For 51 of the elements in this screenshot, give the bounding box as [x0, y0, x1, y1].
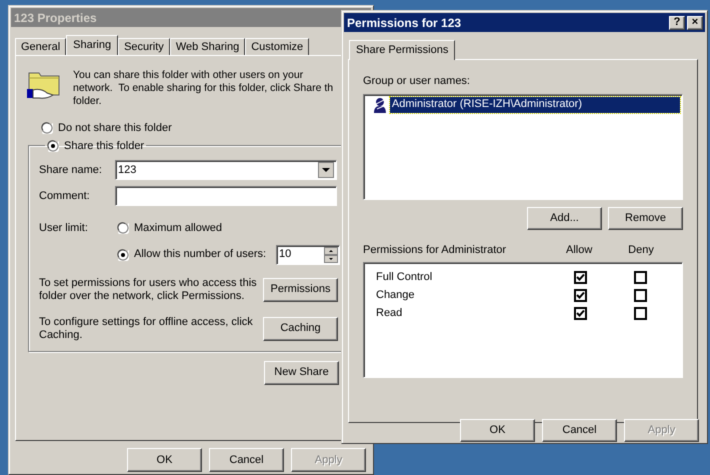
checkbox[interactable] [634, 306, 647, 320]
close-button[interactable]: × [687, 16, 703, 30]
permissions-list-label: Permissions for Administrator [363, 242, 508, 258]
dialog-button[interactable]: OK [460, 419, 535, 442]
permissions-button[interactable]: Permissions [263, 278, 338, 302]
tab[interactable]: Web Sharing [170, 38, 246, 55]
checkbox[interactable] [574, 288, 587, 302]
user-icon [372, 96, 388, 112]
field-label: Share name: [39, 162, 103, 178]
tab[interactable]: Customize [245, 38, 310, 55]
checkbox[interactable] [574, 306, 587, 320]
column-header: Allow [566, 242, 592, 258]
permission-name: Full Control [376, 270, 434, 285]
comment-field[interactable] [115, 186, 337, 206]
new-share-button[interactable]: New Share [264, 360, 339, 384]
radio-button[interactable] [47, 140, 59, 152]
field-label: Comment: [39, 188, 91, 204]
permission-name: Change [376, 288, 416, 303]
dialog-button[interactable]: OK [127, 448, 202, 472]
column-header: Deny [628, 242, 654, 258]
permission-name: Read [376, 306, 404, 321]
caching-button[interactable]: Caching [263, 316, 338, 340]
tab[interactable]: Sharing [66, 35, 118, 55]
permissions-description: To set permissions for users who access this folder over the network, click Permissions. [39, 276, 257, 302]
dialog-button[interactable]: Cancel [209, 448, 284, 472]
add-button[interactable]: Add... [527, 206, 602, 230]
radio-label[interactable]: Share this folder [64, 138, 144, 154]
checkbox[interactable] [574, 270, 587, 284]
radio-button[interactable] [117, 248, 129, 260]
user-count-spinbox[interactable]: 10 [276, 244, 340, 264]
tab[interactable]: Security [118, 38, 170, 55]
spin-arrows-icon[interactable] [324, 246, 338, 262]
radio-label[interactable]: Maximum allowed [134, 220, 222, 236]
radio-button[interactable] [41, 122, 53, 134]
window-title: 123 Properties [14, 10, 97, 26]
caching-description: To configure settings for offline access, click Caching. [39, 316, 253, 342]
checkbox[interactable] [634, 270, 647, 284]
group-list-label: Group or user names: [363, 74, 471, 89]
field-label: User limit: [39, 221, 89, 236]
dialog-button[interactable]: Cancel [542, 419, 617, 442]
remove-button[interactable]: Remove [608, 206, 683, 230]
checkbox[interactable] [634, 288, 647, 302]
window-title: Permissions for 123 [347, 14, 462, 32]
help-button[interactable]: ? [669, 16, 685, 30]
radio-label[interactable]: Do not share this folder [58, 120, 172, 136]
user-list-item[interactable]: Administrator (RISE-IZH\Administrator) [390, 96, 680, 112]
sharing-description: You can share this folder with other users on your network. To enable sharing for this folder, click Share th folder. [73, 69, 334, 108]
tab[interactable]: Share Permissions [349, 40, 456, 60]
radio-button[interactable] [117, 222, 129, 234]
radio-label[interactable]: Allow this number of users: [134, 246, 276, 263]
share-name-combobox[interactable]: 123 [115, 160, 337, 180]
